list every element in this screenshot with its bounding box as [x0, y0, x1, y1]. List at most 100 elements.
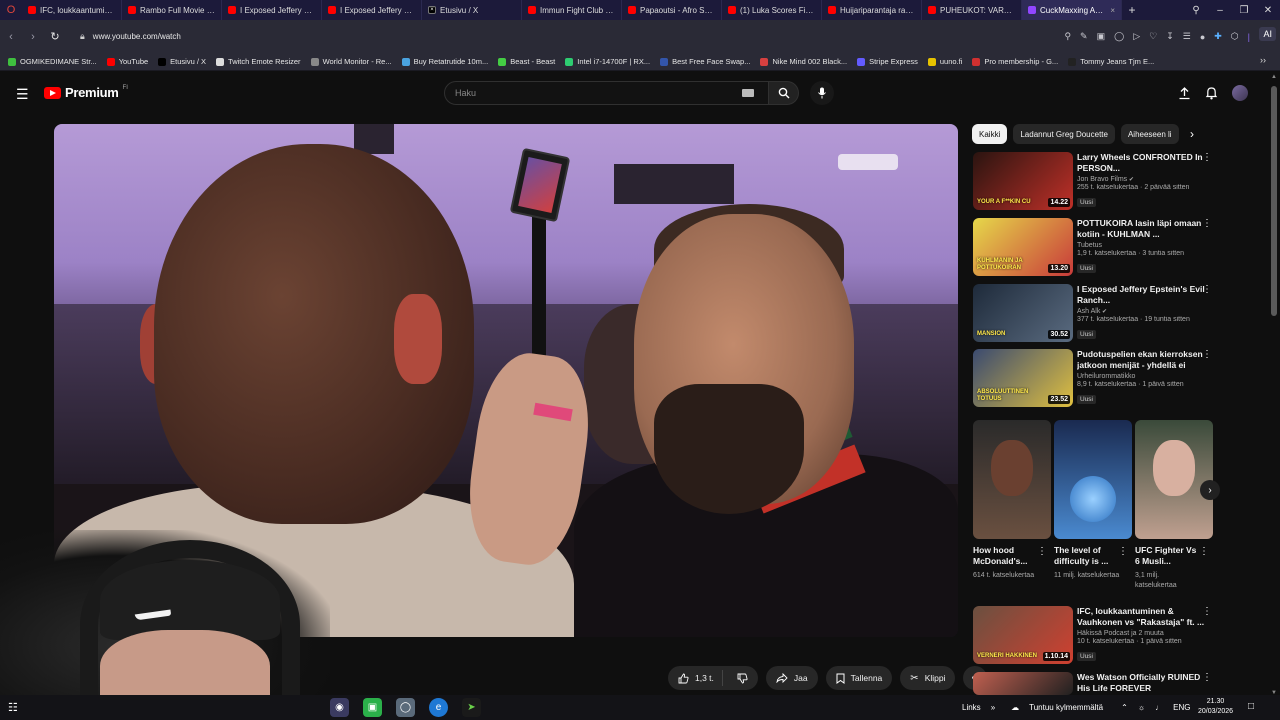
- like-button[interactable]: 1,3 t.: [668, 670, 723, 686]
- start-menu-icon[interactable]: ☷: [8, 701, 18, 714]
- browser-tab[interactable]: IFC, loukkaantuminen: [22, 0, 122, 20]
- play-icon[interactable]: ▷: [1133, 31, 1140, 42]
- browser-tab[interactable]: I Exposed Jeffery Epste: [322, 0, 422, 20]
- channel-name[interactable]: Jon Bravo Films ✔: [1077, 176, 1205, 183]
- recommended-video[interactable]: Wes Watson Officially RUINED His Life FO…: [973, 672, 1218, 695]
- menu-list-icon[interactable]: ☰: [1183, 31, 1191, 42]
- short-item[interactable]: UFC Fighter Vs 6 Musli... 3,1 milj. katse…: [1135, 420, 1213, 591]
- voice-search-button[interactable]: [810, 81, 834, 105]
- opera-logo-icon[interactable]: O: [0, 0, 22, 20]
- notifications-bell-icon[interactable]: [1205, 86, 1218, 100]
- search-input[interactable]: [445, 82, 725, 104]
- channel-name[interactable]: Häkissä Podcast ja 2 muuta: [1077, 630, 1205, 637]
- browser-tab[interactable]: Immun Fight Club | R: [522, 0, 622, 20]
- video-title[interactable]: Pudotuspelien ekan kierroksen jatkoon me…: [1077, 349, 1205, 371]
- bookmark-item[interactable]: Beast - Beast: [498, 57, 555, 66]
- channel-name[interactable]: Urheilurommatikko: [1077, 373, 1205, 380]
- bookmark-item[interactable]: Pro membership - G...: [972, 57, 1058, 66]
- browser-tab[interactable]: Huijariparantaja raivo: [822, 0, 922, 20]
- browser-tab[interactable]: × Etusivu / X: [422, 0, 522, 20]
- forward-button[interactable]: ›: [22, 31, 44, 43]
- channel-name[interactable]: Ash Alk ✔: [1077, 308, 1205, 315]
- more-vertical-icon[interactable]: ⋮: [1202, 349, 1212, 360]
- system-clock[interactable]: 21.30 20/03/2026: [1198, 697, 1233, 717]
- search-button[interactable]: [769, 81, 799, 105]
- search-icon[interactable]: ⚲: [1064, 31, 1071, 42]
- recommended-video[interactable]: MANSION 30.52 I Exposed Jeffery Epstein's …: [973, 284, 1218, 342]
- browser-tab[interactable]: CuckMaxxing Adam22 Vs ×: [1022, 0, 1122, 20]
- short-item[interactable]: The level of difficulty is ... 11 milj. k…: [1054, 420, 1132, 581]
- upload-icon[interactable]: [1178, 86, 1191, 100]
- cube-icon[interactable]: ⬡: [1231, 31, 1239, 42]
- video-thumbnail[interactable]: [973, 672, 1073, 695]
- filter-chip[interactable]: Aiheeseen li: [1120, 124, 1179, 144]
- bookmark-item[interactable]: Etusivu / X: [158, 57, 206, 66]
- channel-name-text[interactable]: Ash Alk: [1077, 308, 1100, 315]
- links-toolbar[interactable]: Links: [962, 703, 981, 712]
- links-chevron-icon[interactable]: »: [991, 703, 995, 712]
- new-tab-button[interactable]: +: [1122, 3, 1142, 17]
- keyboard-icon[interactable]: [742, 89, 754, 97]
- more-vertical-icon[interactable]: ⋮: [1199, 546, 1209, 557]
- obs-app-icon[interactable]: ◉: [330, 698, 349, 717]
- video-title[interactable]: POTTUKOIRA lasin läpi omaan kotiin - KUH…: [1077, 218, 1205, 240]
- heart-icon[interactable]: ♡: [1149, 31, 1157, 42]
- video-title[interactable]: Larry Wheels CONFRONTED In PERSON...: [1077, 152, 1205, 174]
- recommended-video[interactable]: ABSOLUUTTINEN TOTUUS 23.52 Pudotuspelien e…: [973, 349, 1218, 407]
- page-scrollbar[interactable]: ▲ ▼: [1268, 72, 1280, 698]
- shield-icon[interactable]: ◯: [1114, 31, 1124, 42]
- chevron-right-icon[interactable]: ›: [1190, 127, 1194, 141]
- bookmark-item[interactable]: Twitch Emote Resizer: [216, 57, 301, 66]
- ai-button[interactable]: AI: [1259, 27, 1276, 41]
- short-thumbnail[interactable]: [1135, 420, 1213, 539]
- short-item[interactable]: How hood McDonald's... 614 t. katselukert…: [973, 420, 1051, 581]
- account-avatar[interactable]: [1232, 85, 1248, 101]
- channel-name-text[interactable]: Tubetus: [1077, 242, 1102, 249]
- bookmark-item[interactable]: YouTube: [106, 57, 148, 66]
- scroll-up-icon[interactable]: ▲: [1271, 74, 1277, 80]
- bookmark-item[interactable]: Nike Mind 002 Black...: [760, 57, 847, 66]
- bookmark-item[interactable]: Tommy Jeans Tjm E...: [1068, 57, 1154, 66]
- scrollbar-thumb[interactable]: [1271, 86, 1277, 316]
- shield-app-icon[interactable]: ◯: [396, 698, 415, 717]
- browser-tab[interactable]: Rambo Full Movie En: [122, 0, 222, 20]
- more-vertical-icon[interactable]: ⋮: [1202, 152, 1212, 163]
- more-vertical-icon[interactable]: ⋮: [1037, 546, 1047, 557]
- guide-menu-icon[interactable]: ☰: [16, 86, 29, 103]
- url-field[interactable]: 🔒︎ www.youtube.com/watch: [80, 31, 181, 42]
- channel-name-text[interactable]: Jon Bravo Films: [1077, 176, 1127, 183]
- video-thumbnail[interactable]: VERNERI HAKKINEN 1.10.14: [973, 606, 1073, 664]
- bookmark-item[interactable]: Buy Retatrutide 10m...: [401, 57, 488, 66]
- bookmark-item[interactable]: uuno.fi: [927, 57, 962, 66]
- browser-tab[interactable]: I Exposed Jeffery Epste: [222, 0, 322, 20]
- shorts-next-button[interactable]: ›: [1200, 480, 1220, 500]
- save-button[interactable]: Tallenna: [825, 666, 893, 690]
- more-vertical-icon[interactable]: ⋮: [1202, 284, 1212, 295]
- tab-search-icon[interactable]: ⚲: [1184, 5, 1208, 16]
- video-title[interactable]: Wes Watson Officially RUINED His Life FO…: [1077, 672, 1205, 694]
- arrow-app-icon[interactable]: ➤: [462, 698, 481, 717]
- site-info-icon[interactable]: 🔒︎: [80, 31, 85, 42]
- bookmarks-overflow-icon[interactable]: ››: [1260, 55, 1266, 65]
- video-thumbnail[interactable]: YOUR A F**KIN CU 14.22: [973, 152, 1073, 210]
- short-title[interactable]: How hood McDonald's...: [973, 545, 1039, 567]
- filter-chip[interactable]: Kaikki: [972, 124, 1008, 144]
- weather-icon[interactable]: ☁: [1011, 703, 1019, 712]
- recommended-video[interactable]: VERNERI HAKKINEN 1.10.14 IFC, loukkaantumi…: [973, 606, 1218, 664]
- bookmark-item[interactable]: Intel i7-14700F | RX...: [565, 57, 650, 66]
- edit-icon[interactable]: ✎: [1080, 31, 1088, 42]
- browser-tab[interactable]: (1) Luka Scores First L: [722, 0, 822, 20]
- network-icon[interactable]: ☼: [1138, 703, 1145, 712]
- maximize-button[interactable]: ❐: [1232, 5, 1256, 16]
- video-title[interactable]: IFC, loukkaantuminen & Vauhkonen vs "Rak…: [1077, 606, 1205, 628]
- bookmark-item[interactable]: Best Free Face Swap...: [660, 57, 750, 66]
- reload-button[interactable]: ↻: [44, 30, 66, 43]
- channel-name-text[interactable]: Häkissä Podcast ja 2 muuta: [1077, 630, 1164, 637]
- bookmark-item[interactable]: World Monitor - Re...: [310, 57, 392, 66]
- bookmark-item[interactable]: OGMIKEDIMANE Str...: [8, 57, 97, 66]
- video-thumbnail[interactable]: KUHLMANIN JA POTTUKOIRAN 13.20: [973, 218, 1073, 276]
- more-vertical-icon[interactable]: ⋮: [1118, 546, 1128, 557]
- weather-text[interactable]: Tuntuu kylmemmältä: [1029, 703, 1103, 712]
- short-title[interactable]: The level of difficulty is ...: [1054, 545, 1120, 567]
- recommended-video[interactable]: YOUR A F**KIN CU 14.22 Larry Wheels CONFRO…: [973, 152, 1218, 210]
